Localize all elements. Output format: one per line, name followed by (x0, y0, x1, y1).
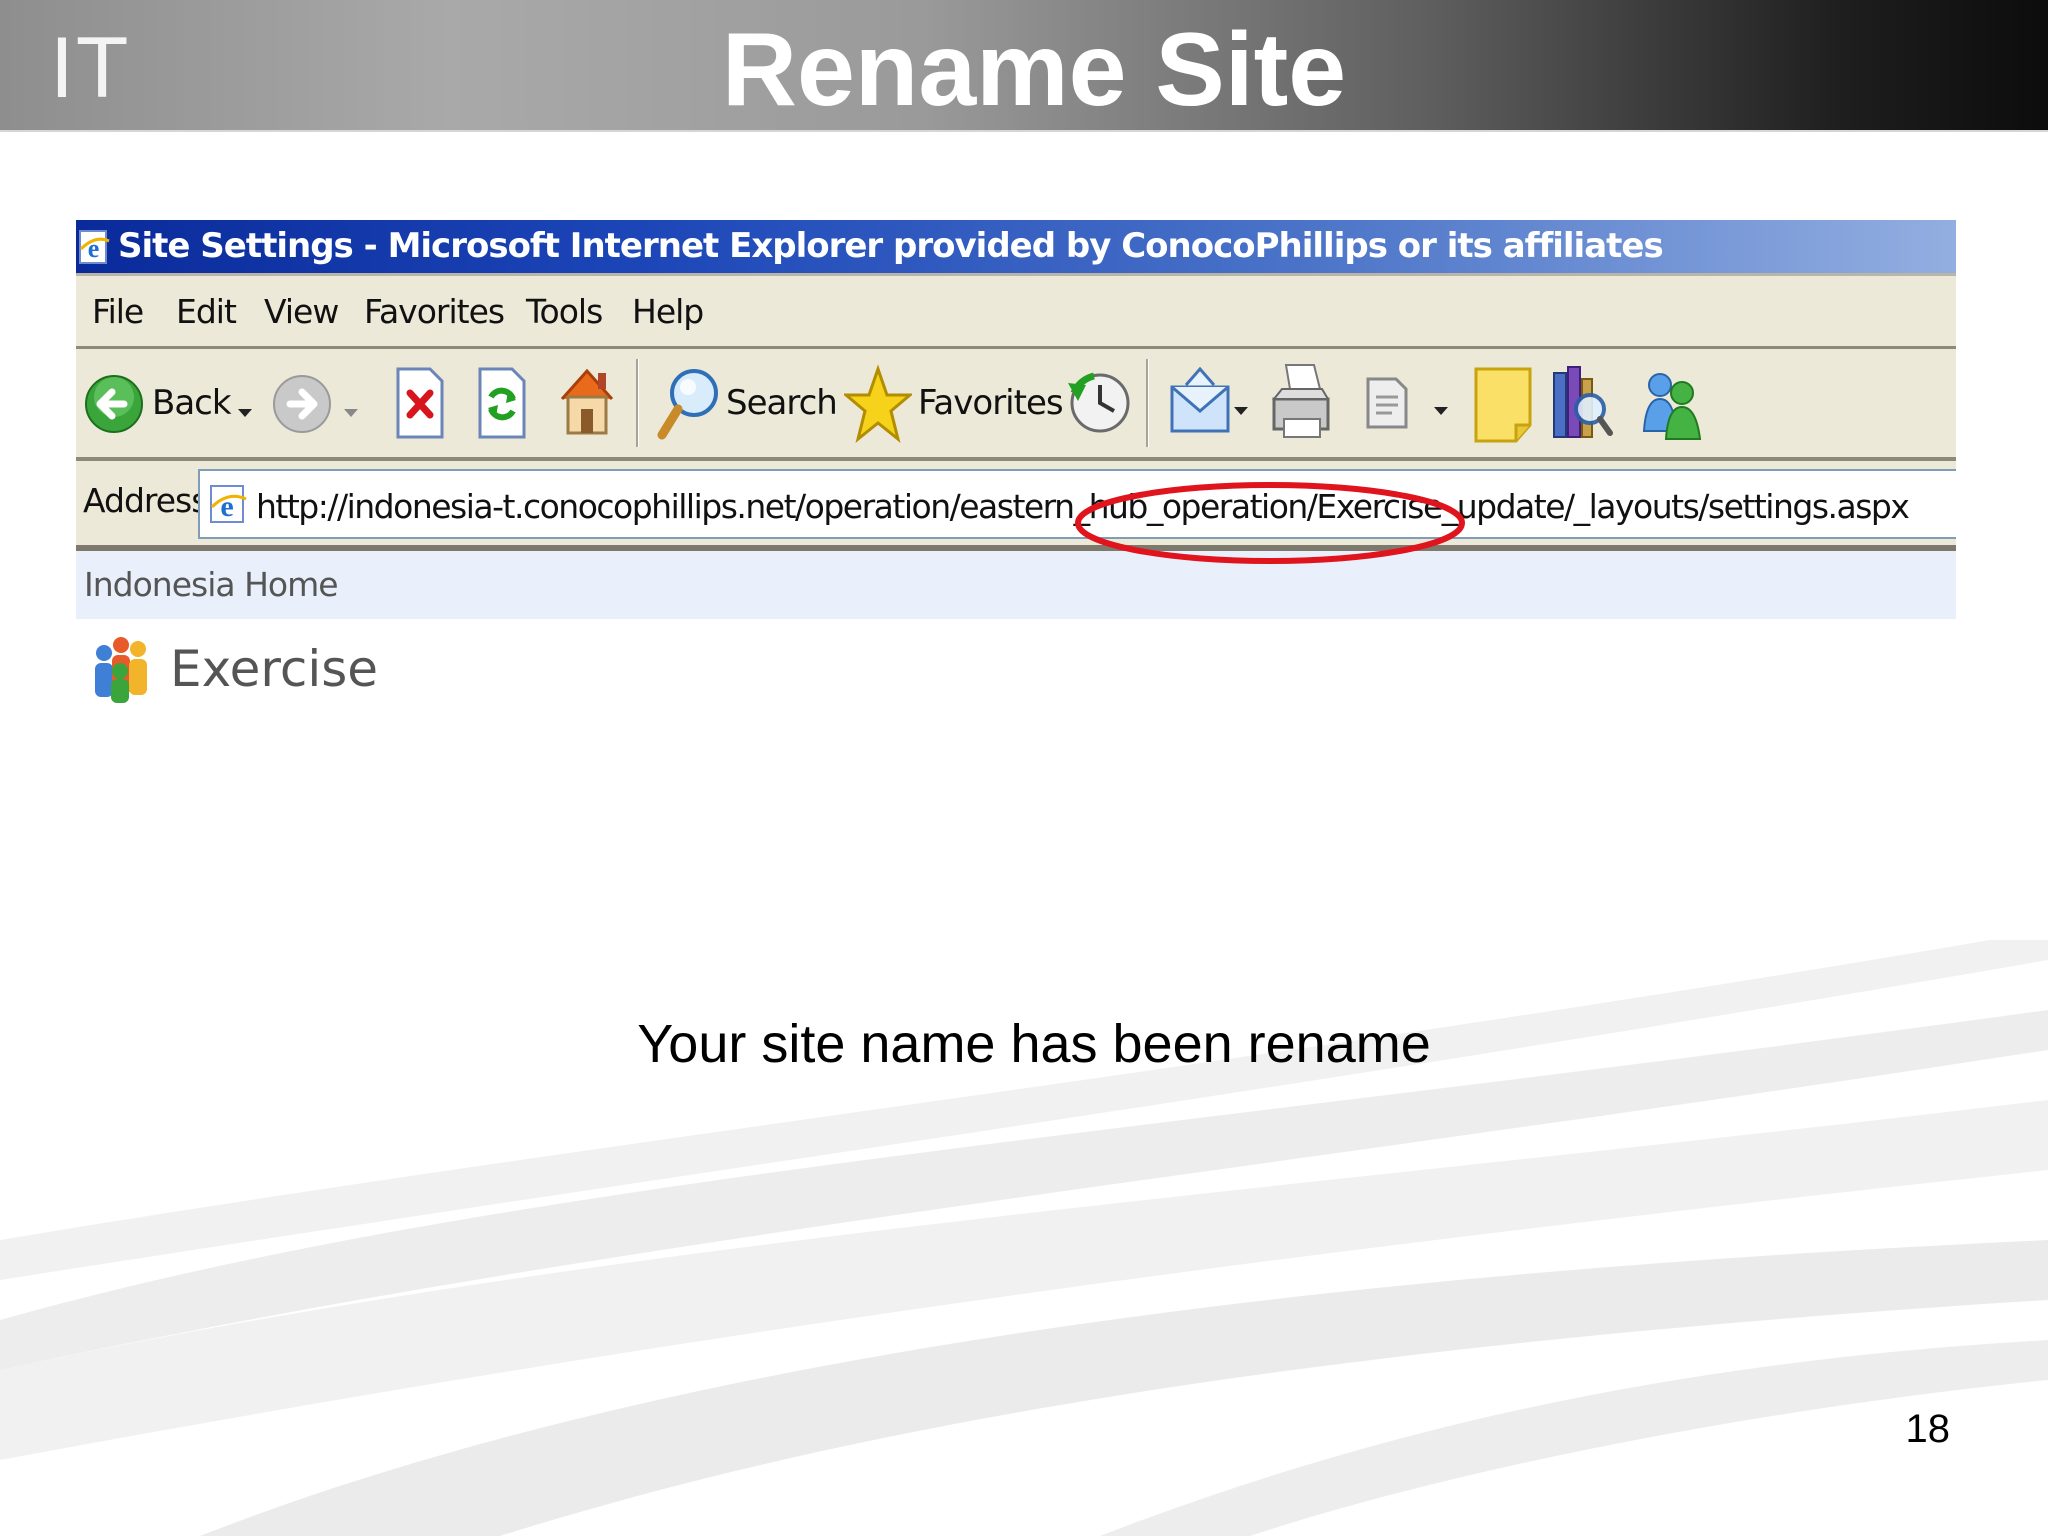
search-icon (657, 369, 718, 440)
research-button[interactable] (1548, 359, 1614, 447)
site-breadcrumb-bar: Indonesia Home (76, 551, 1956, 619)
forward-button[interactable] (268, 361, 358, 447)
menu-help[interactable]: Help (632, 290, 704, 334)
edit-button[interactable] (1358, 363, 1458, 447)
history-icon (1068, 372, 1130, 433)
toolbar-separator (1146, 359, 1149, 447)
edit-dropdown-icon (1434, 407, 1448, 415)
forward-dropdown-icon (344, 409, 358, 417)
forward-arrow-icon (273, 375, 331, 433)
history-button[interactable] (1064, 363, 1134, 443)
toolbar: Back Search Favorites (76, 349, 1956, 461)
site-name: Exercise (170, 640, 379, 698)
star-icon (844, 364, 912, 443)
note-icon (1474, 367, 1532, 443)
toolbar-separator (636, 359, 639, 447)
address-bar: Address e http://indonesia-t.conocophill… (76, 461, 1956, 551)
edit-page-icon (1366, 377, 1408, 429)
site-people-icon (95, 637, 147, 703)
slide-message: Your site name has been rename (637, 1014, 1431, 1074)
favorites-label: Favorites (918, 383, 1064, 423)
messenger-button[interactable] (1636, 361, 1706, 447)
discuss-button[interactable] (1470, 363, 1536, 447)
home-link[interactable]: Indonesia Home (84, 563, 339, 607)
menu-favorites[interactable]: Favorites (364, 290, 505, 334)
menu-edit[interactable]: Edit (176, 290, 237, 334)
slide-title: Rename Site (721, 12, 1347, 128)
ie-icon: e (79, 230, 110, 264)
slide-number: 18 (1905, 1407, 1951, 1451)
research-books-icon (1553, 366, 1613, 438)
browser-window-screenshot: e Site Settings - Microsoft Internet Exp… (76, 220, 1956, 740)
home-icon (560, 368, 614, 435)
stop-button[interactable] (392, 363, 448, 443)
back-dropdown-icon (238, 409, 252, 417)
site-heading: Exercise (76, 619, 1956, 740)
slide-header: IT Rename Site (0, 0, 2048, 132)
menu-bar: File Edit View Favorites Tools Help (76, 273, 1956, 349)
menu-view[interactable]: View (264, 290, 339, 334)
back-arrow-icon (85, 375, 143, 433)
mail-button[interactable] (1166, 361, 1256, 447)
home-button[interactable] (554, 359, 620, 443)
print-button[interactable] (1268, 359, 1338, 447)
refresh-button[interactable] (474, 363, 530, 443)
address-label: Address (83, 481, 208, 520)
window-title: Site Settings - Microsoft Internet Explo… (118, 226, 1664, 266)
back-label: Back (152, 383, 232, 423)
refresh-icon (478, 367, 526, 439)
search-label: Search (726, 383, 838, 423)
window-titlebar: e Site Settings - Microsoft Internet Exp… (76, 220, 1956, 273)
highlight-ellipse (1075, 482, 1465, 564)
stop-icon (396, 367, 444, 439)
page-ie-icon: e (210, 485, 247, 523)
menu-tools[interactable]: Tools (526, 290, 603, 334)
menu-file[interactable]: File (92, 290, 144, 334)
messenger-people-icon (1642, 373, 1702, 440)
mail-dropdown-icon (1234, 407, 1248, 415)
mail-icon (1170, 366, 1230, 433)
printer-icon (1271, 364, 1330, 438)
back-button[interactable]: Back (80, 361, 260, 447)
